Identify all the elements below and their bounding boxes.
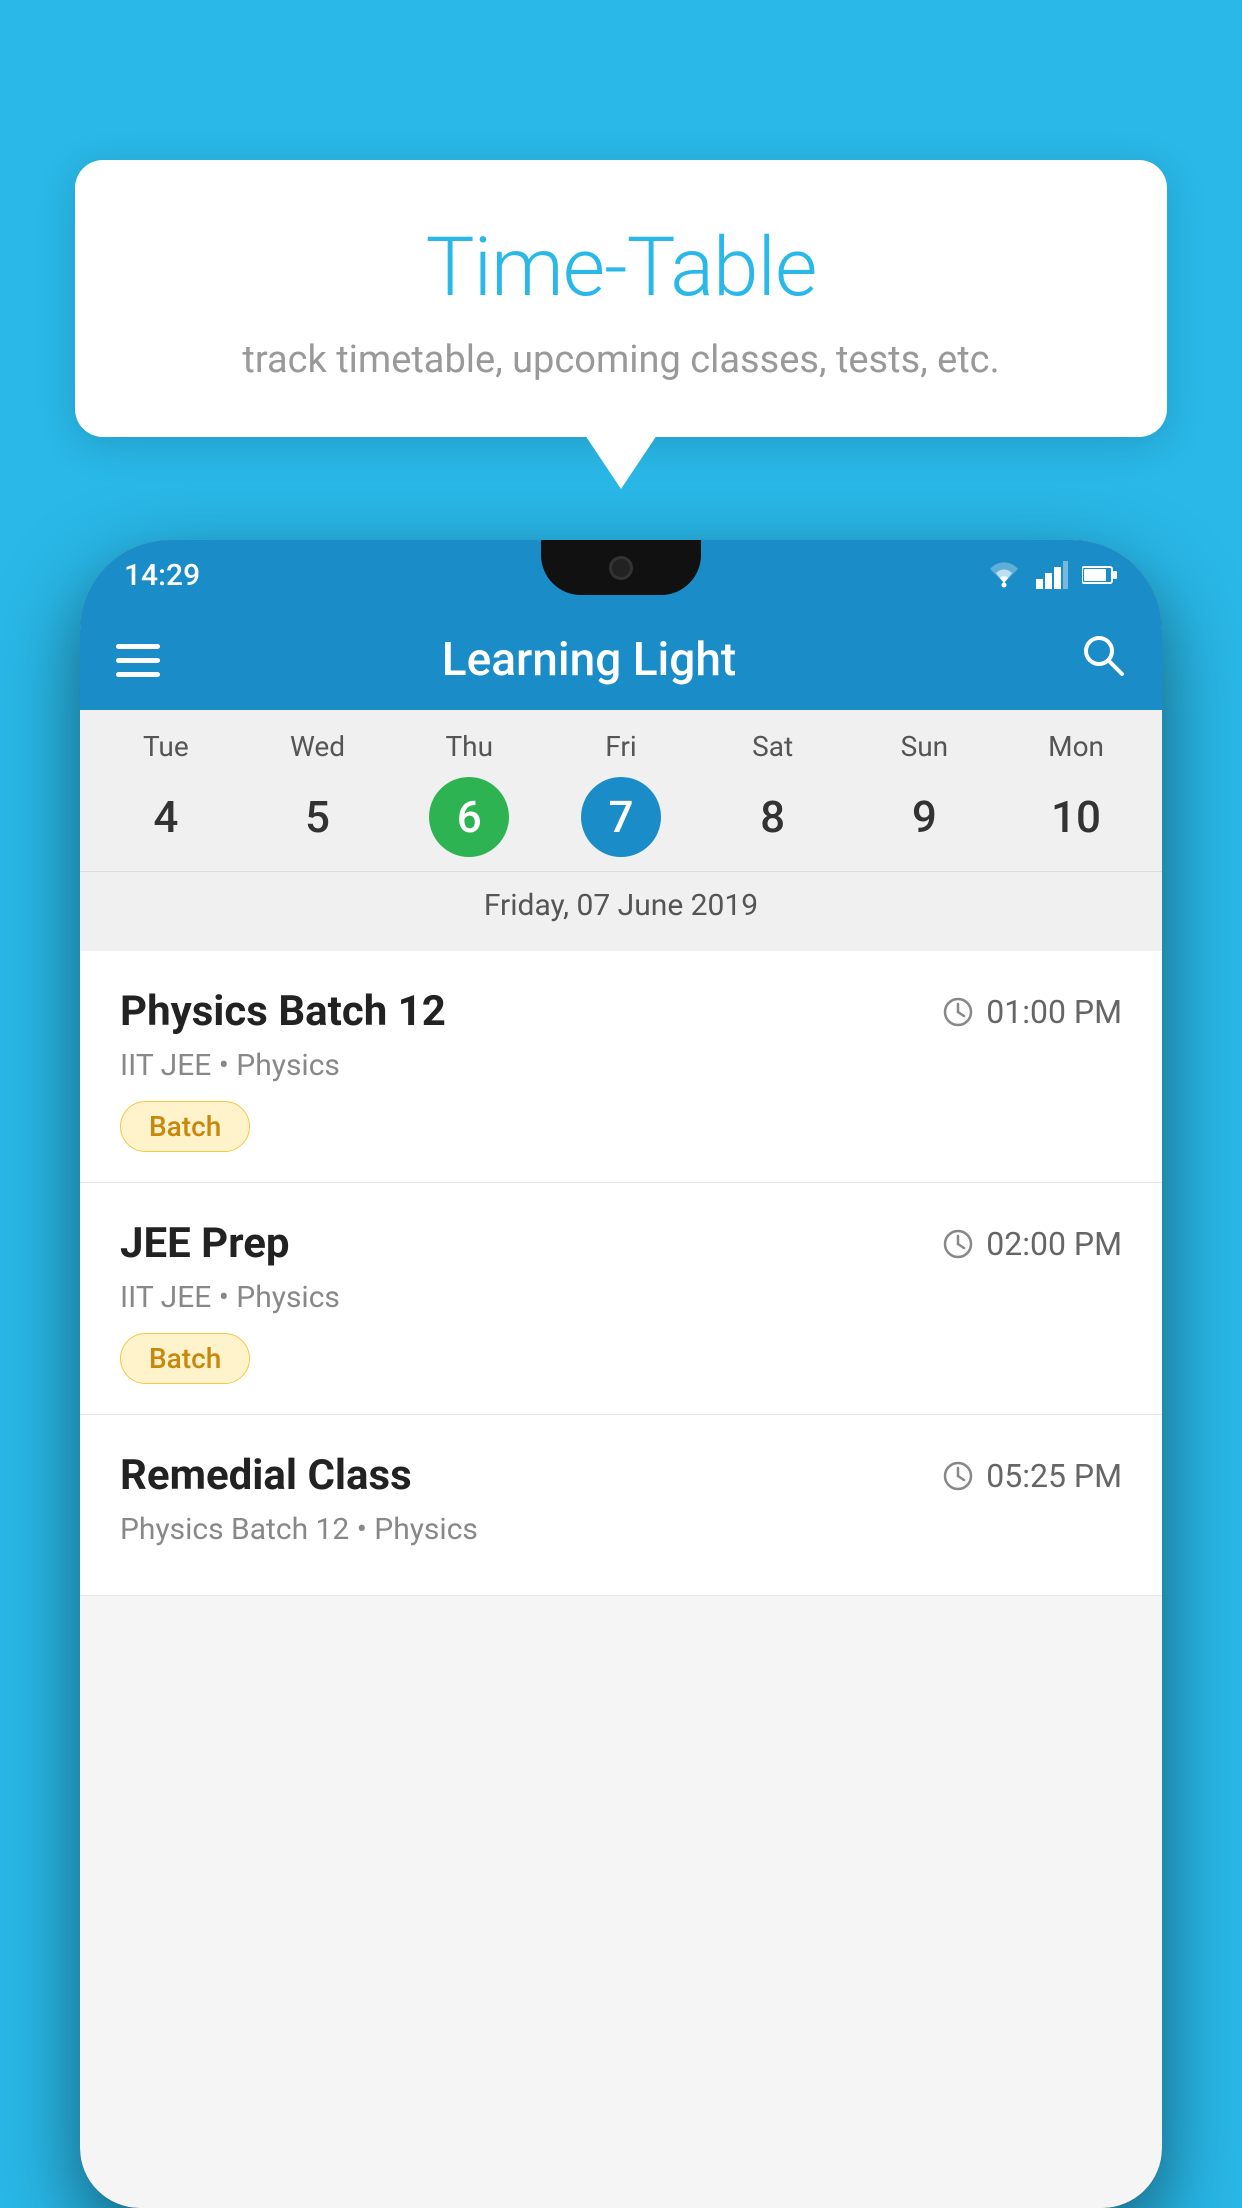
selected-date-label: Friday, 07 June 2019 [80,871,1162,941]
search-icon [1078,630,1126,678]
status-icons [986,561,1118,589]
wifi-icon [986,561,1022,589]
schedule-list: Physics Batch 12 01:00 PM IIT JEE • Physic… [80,951,1162,1596]
schedule-item-title: Physics Batch 12 [120,987,446,1036]
app-header: Learning Light [80,610,1162,710]
schedule-item-time: 01:00 PM [942,993,1122,1031]
phone-frame: 14:29 [80,540,1162,2208]
day-column-7[interactable]: Fri 7 [545,730,697,857]
batch-badge: Batch [120,1333,250,1384]
schedule-item-header: Remedial Class 05:25 PM [120,1451,1122,1500]
day-name: Tue [143,730,189,763]
tooltip-subtitle: track timetable, upcoming classes, tests… [135,338,1107,382]
day-name: Wed [290,730,345,763]
battery-icon [1082,564,1118,586]
schedule-item-time: 05:25 PM [942,1457,1122,1495]
clock-icon [942,1228,974,1260]
signal-icon [1036,561,1068,589]
day-number[interactable]: 6 [429,777,509,857]
calendar-strip: Tue 4 Wed 5 Thu 6 Fri 7 Sat 8 Sun 9 Mon 10 Friday, 07… [80,710,1162,951]
schedule-item-time: 02:00 PM [942,1225,1122,1263]
schedule-item-0[interactable]: Physics Batch 12 01:00 PM IIT JEE • Physic… [80,951,1162,1183]
day-column-5[interactable]: Wed 5 [242,730,394,857]
search-button[interactable] [1078,630,1126,690]
day-number[interactable]: 8 [733,777,813,857]
day-column-4[interactable]: Tue 4 [90,730,242,857]
schedule-item-header: Physics Batch 12 01:00 PM [120,987,1122,1036]
day-number[interactable]: 9 [884,777,964,857]
phone-screen: 14:29 [80,540,1162,2208]
clock-icon [942,996,974,1028]
day-name: Sun [901,730,949,763]
day-number[interactable]: 7 [581,777,661,857]
status-time: 14:29 [124,558,200,593]
schedule-item-subtitle: Physics Batch 12 • Physics [120,1512,1122,1547]
schedule-item-subtitle: IIT JEE • Physics [120,1280,1122,1315]
day-name: Mon [1048,730,1104,763]
day-name: Thu [445,730,493,763]
day-number[interactable]: 5 [278,777,358,857]
status-bar: 14:29 [80,540,1162,610]
day-column-8[interactable]: Sat 8 [697,730,849,857]
schedule-item-title: JEE Prep [120,1219,290,1268]
day-column-9[interactable]: Sun 9 [849,730,1001,857]
day-number[interactable]: 10 [1036,777,1116,857]
day-name: Fri [605,730,636,763]
day-column-10[interactable]: Mon 10 [1000,730,1152,857]
day-name: Sat [752,730,793,763]
day-number[interactable]: 4 [126,777,206,857]
tooltip-card: Time-Table track timetable, upcoming cla… [75,160,1167,437]
day-column-6[interactable]: Thu 6 [393,730,545,857]
schedule-item-subtitle: IIT JEE • Physics [120,1048,1122,1083]
notch [541,540,701,595]
days-row: Tue 4 Wed 5 Thu 6 Fri 7 Sat 8 Sun 9 Mon 10 [80,730,1162,857]
schedule-item-title: Remedial Class [120,1451,412,1500]
schedule-item-1[interactable]: JEE Prep 02:00 PM IIT JEE • Physics Batch [80,1183,1162,1415]
tooltip-title: Time-Table [135,220,1107,316]
schedule-item-header: JEE Prep 02:00 PM [120,1219,1122,1268]
app-title: Learning Light [100,633,1078,687]
clock-icon [942,1460,974,1492]
camera-dot [609,556,633,580]
batch-badge: Batch [120,1101,250,1152]
schedule-item-2[interactable]: Remedial Class 05:25 PM Physics Batch 12 •… [80,1415,1162,1596]
